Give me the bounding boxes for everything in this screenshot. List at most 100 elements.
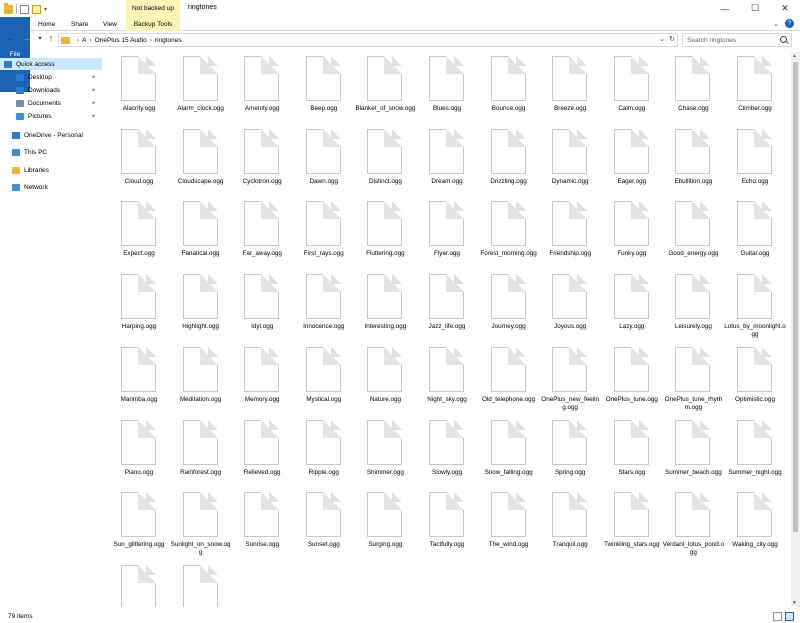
file-item[interactable]: Cloudscape.ogg (170, 127, 232, 202)
scroll-up-icon[interactable]: ▲ (792, 53, 797, 59)
address-bar[interactable]: › A › OnePlus 15 Audio › ringtones ⌄ ↻ (58, 33, 678, 47)
file-item[interactable]: Calm.ogg (601, 54, 663, 129)
file-item[interactable]: Ripple.ogg (293, 418, 355, 493)
file-item[interactable]: Cloud.ogg (108, 127, 170, 202)
file-item[interactable]: Distinct.ogg (354, 127, 416, 202)
file-item[interactable]: Chase.ogg (662, 54, 724, 129)
file-item[interactable]: Forest_morning.ogg (478, 199, 540, 274)
sidebar-item-documents[interactable]: Documents ✦ (0, 97, 102, 109)
file-item[interactable]: Piano.ogg (108, 418, 170, 493)
up-arrow-icon[interactable]: ↑ (45, 33, 57, 43)
file-item[interactable]: OnePlus_tune.ogg (601, 345, 663, 420)
file-item[interactable]: Spring.ogg (539, 418, 601, 493)
search-icon[interactable] (780, 36, 787, 43)
file-item[interactable]: Dynamic.ogg (539, 127, 601, 202)
file-item[interactable]: Highlight.ogg (170, 272, 232, 347)
file-item[interactable]: Night_sky.ogg (416, 345, 478, 420)
tab-backup-tools[interactable]: Backup Tools (126, 17, 180, 31)
file-item[interactable]: Harping.ogg (108, 272, 170, 347)
chevron-right-icon[interactable]: › (150, 37, 152, 44)
file-item[interactable]: Meditation.ogg (170, 345, 232, 420)
file-item[interactable]: Blanket_of_snow.ogg (354, 54, 416, 129)
file-item[interactable]: Verdant_lotus_pond.ogg (662, 490, 724, 565)
sidebar-item-this-pc[interactable]: This PC (0, 146, 102, 158)
sidebar-item-downloads[interactable]: Downloads ✦ (0, 84, 102, 96)
file-item[interactable]: Climber.ogg (724, 54, 786, 129)
sidebar-item-pictures[interactable]: Pictures ✦ (0, 110, 102, 122)
file-item[interactable]: Memory.ogg (231, 345, 293, 420)
file-item[interactable]: Mystical.ogg (293, 345, 355, 420)
address-dropdown-icon[interactable]: ⌄ (659, 35, 665, 43)
file-item[interactable]: Surging.ogg (354, 490, 416, 565)
maximize-button[interactable]: ☐ (740, 0, 770, 17)
file-item[interactable]: Friendship.ogg (539, 199, 601, 274)
file-item[interactable]: Flyer.ogg (416, 199, 478, 274)
file-item[interactable]: Journey.ogg (478, 272, 540, 347)
file-item[interactable]: Walking_in_the_r (108, 563, 170, 607)
file-item[interactable]: Jazz_life.ogg (416, 272, 478, 347)
file-item[interactable]: First_rays.ogg (293, 199, 355, 274)
tab-view[interactable]: View (103, 17, 117, 31)
file-item[interactable]: Nature.ogg (354, 345, 416, 420)
breadcrumb-device[interactable]: OnePlus 15 Audio (95, 37, 147, 44)
close-button[interactable]: ✕ (770, 0, 800, 17)
file-item[interactable]: Eager.ogg (601, 127, 663, 202)
file-item[interactable]: Twinkling_stars.ogg (601, 490, 663, 565)
checkbox-icon[interactable] (20, 4, 29, 14)
scroll-down-icon[interactable]: ▼ (792, 600, 797, 606)
file-item[interactable]: OnePlus_new_feeling.ogg (539, 345, 601, 420)
file-item[interactable]: Tranquil.ogg (539, 490, 601, 565)
file-item[interactable]: Whirl.ogg (170, 563, 232, 607)
file-item[interactable]: Fluttering.ogg (354, 199, 416, 274)
properties-icon[interactable] (32, 4, 41, 14)
file-item[interactable]: Sunset.ogg (293, 490, 355, 565)
file-item[interactable]: Snow_falling.ogg (478, 418, 540, 493)
sidebar-item-network[interactable]: Network (0, 181, 102, 193)
file-item[interactable]: Rainforest.ogg (170, 418, 232, 493)
file-item[interactable]: Drizzling.ogg (478, 127, 540, 202)
file-item[interactable]: Bounce.ogg (478, 54, 540, 129)
file-item[interactable]: Ebullition.ogg (662, 127, 724, 202)
file-item[interactable]: Alarm_clock.ogg (170, 54, 232, 129)
file-item[interactable]: Beep.ogg (293, 54, 355, 129)
help-icon[interactable]: ? (785, 19, 794, 28)
chevron-right-icon[interactable]: › (90, 37, 92, 44)
file-item[interactable]: The_wind.ogg (478, 490, 540, 565)
breadcrumb-current-folder[interactable]: ringtones (155, 37, 182, 44)
file-item[interactable]: Echo.ogg (724, 127, 786, 202)
file-item[interactable]: Sunrise.ogg (231, 490, 293, 565)
file-item[interactable]: Good_energy.ogg (662, 199, 724, 274)
file-item[interactable]: Breeze.ogg (539, 54, 601, 129)
tab-home[interactable]: Home (38, 17, 55, 31)
sidebar-item-desktop[interactable]: Desktop ✦ (0, 71, 102, 83)
file-item[interactable]: Cyclotron.ogg (231, 127, 293, 202)
file-item[interactable]: Amenity.ogg (231, 54, 293, 129)
file-item[interactable]: Shimmer.ogg (354, 418, 416, 493)
large-icons-view-icon[interactable] (785, 612, 794, 621)
file-item[interactable]: Lazy.ogg (601, 272, 663, 347)
back-arrow-icon[interactable]: ← (4, 33, 16, 43)
file-item[interactable]: Expect.ogg (108, 199, 170, 274)
file-item[interactable]: Relieved.ogg (231, 418, 293, 493)
file-item[interactable]: Summer_beach.ogg (662, 418, 724, 493)
file-item[interactable]: Joyous.ogg (539, 272, 601, 347)
vertical-scrollbar[interactable]: ▲ ▼ (791, 52, 800, 607)
file-item[interactable]: Blues.ogg (416, 54, 478, 129)
sidebar-item-onedrive-personal[interactable]: OneDrive - Personal (0, 129, 102, 141)
file-item[interactable]: Leisurely.ogg (662, 272, 724, 347)
file-item[interactable]: Interesting.ogg (354, 272, 416, 347)
customize-toolbar-icon[interactable]: ▾ (44, 6, 47, 13)
file-item[interactable]: Summer_night.ogg (724, 418, 786, 493)
chevron-right-icon[interactable]: › (77, 37, 79, 44)
file-item[interactable]: Sun_glittering.ogg (108, 490, 170, 565)
file-item[interactable]: Optimistic.ogg (724, 345, 786, 420)
file-item[interactable]: Lotus_by_moonlight.ogg (724, 272, 786, 347)
tab-share[interactable]: Share (71, 17, 88, 31)
file-item[interactable]: Funky.ogg (601, 199, 663, 274)
expand-ribbon-icon[interactable]: ⌄ (773, 20, 779, 28)
file-item[interactable]: Slowly.ogg (416, 418, 478, 493)
file-item[interactable]: Guitar.ogg (724, 199, 786, 274)
refresh-icon[interactable]: ↻ (669, 35, 675, 43)
file-item[interactable]: Tactfully.ogg (416, 490, 478, 565)
file-item[interactable]: Alacrity.ogg (108, 54, 170, 129)
